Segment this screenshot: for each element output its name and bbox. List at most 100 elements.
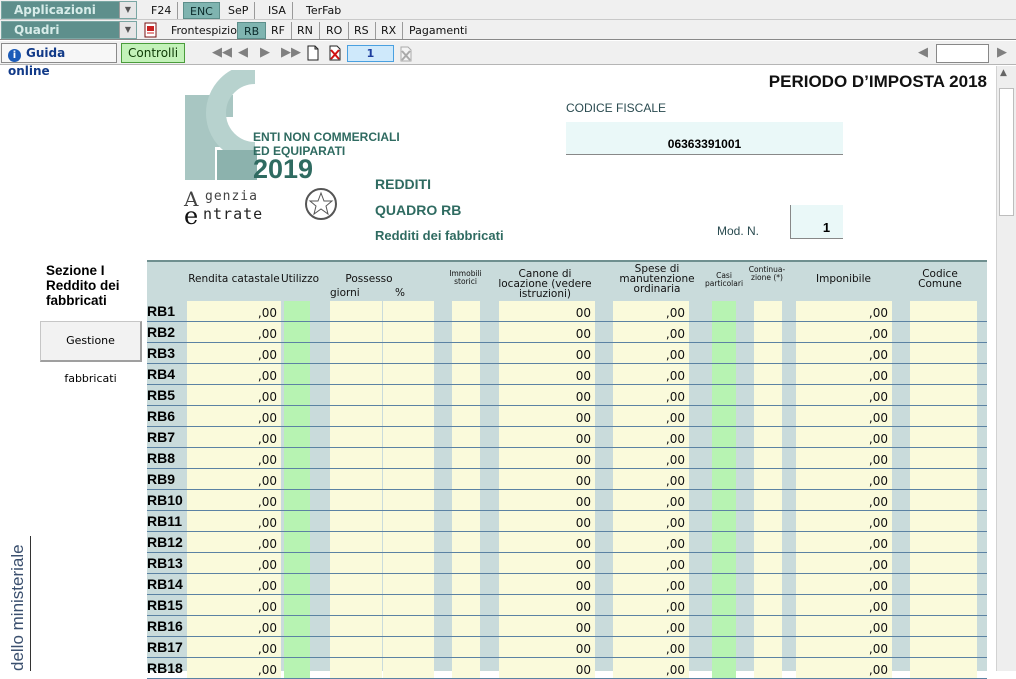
spese-cell[interactable]: ,00: [613, 532, 689, 552]
spese-cell[interactable]: ,00: [613, 301, 689, 321]
rendita-cell[interactable]: ,00: [187, 406, 281, 426]
casi-cell[interactable]: [712, 595, 736, 615]
chevron-down-icon[interactable]: ▼: [119, 22, 136, 38]
rendita-cell[interactable]: ,00: [187, 301, 281, 321]
spese-cell[interactable]: ,00: [613, 364, 689, 384]
spese-cell[interactable]: ,00: [613, 511, 689, 531]
scrollbar-thumb[interactable]: [999, 88, 1014, 216]
giorni-cell[interactable]: [330, 553, 382, 573]
continuazione-cell[interactable]: [754, 658, 782, 678]
rendita-cell[interactable]: ,00: [187, 469, 281, 489]
continuazione-cell[interactable]: [754, 616, 782, 636]
comune-cell[interactable]: [910, 490, 977, 510]
giorni-cell[interactable]: [330, 301, 382, 321]
imponibile-cell[interactable]: ,00: [796, 385, 892, 405]
casi-cell[interactable]: [712, 343, 736, 363]
tab-rf[interactable]: RF: [265, 22, 292, 39]
comune-cell[interactable]: [910, 532, 977, 552]
tab-terfab[interactable]: TerFab: [300, 2, 347, 19]
rendita-cell[interactable]: ,00: [187, 595, 281, 615]
applicazioni-combo[interactable]: Applicazioni ▼: [1, 1, 137, 19]
continuazione-cell[interactable]: [754, 469, 782, 489]
comune-cell[interactable]: [910, 553, 977, 573]
comune-cell[interactable]: [910, 343, 977, 363]
utilizzo-cell[interactable]: [284, 448, 310, 468]
utilizzo-cell[interactable]: [284, 427, 310, 447]
spese-cell[interactable]: ,00: [613, 385, 689, 405]
continuazione-cell[interactable]: [754, 595, 782, 615]
canone-cell[interactable]: 00: [499, 511, 595, 531]
utilizzo-cell[interactable]: [284, 574, 310, 594]
rendita-cell[interactable]: ,00: [187, 427, 281, 447]
guida-online-button[interactable]: i Guida online: [1, 43, 117, 78]
storici-cell[interactable]: [452, 490, 480, 510]
spese-cell[interactable]: ,00: [613, 343, 689, 363]
tab-rs[interactable]: RS: [348, 22, 376, 39]
first-page-icon[interactable]: ◀◀: [212, 46, 232, 60]
storici-cell[interactable]: [452, 511, 480, 531]
percent-cell[interactable]: [383, 301, 434, 321]
imponibile-cell[interactable]: ,00: [796, 616, 892, 636]
prev-page-icon[interactable]: ◀: [238, 46, 248, 60]
canone-cell[interactable]: 00: [499, 469, 595, 489]
imponibile-cell[interactable]: ,00: [796, 658, 892, 678]
giorni-cell[interactable]: [330, 427, 382, 447]
casi-cell[interactable]: [712, 385, 736, 405]
giorni-cell[interactable]: [330, 469, 382, 489]
percent-cell[interactable]: [383, 658, 434, 678]
utilizzo-cell[interactable]: [284, 364, 310, 384]
rendita-cell[interactable]: ,00: [187, 532, 281, 552]
imponibile-cell[interactable]: ,00: [796, 448, 892, 468]
canone-cell[interactable]: 00: [499, 343, 595, 363]
spese-cell[interactable]: ,00: [613, 427, 689, 447]
spese-cell[interactable]: ,00: [613, 469, 689, 489]
casi-cell[interactable]: [712, 469, 736, 489]
canone-cell[interactable]: 00: [499, 574, 595, 594]
continuazione-cell[interactable]: [754, 553, 782, 573]
comune-cell[interactable]: [910, 385, 977, 405]
canone-cell[interactable]: 00: [499, 301, 595, 321]
percent-cell[interactable]: [383, 427, 434, 447]
canone-cell[interactable]: 00: [499, 532, 595, 552]
storici-cell[interactable]: [452, 364, 480, 384]
percent-cell[interactable]: [383, 511, 434, 531]
imponibile-cell[interactable]: ,00: [796, 301, 892, 321]
comune-cell[interactable]: [910, 322, 977, 342]
storici-cell[interactable]: [452, 616, 480, 636]
giorni-cell[interactable]: [330, 364, 382, 384]
spese-cell[interactable]: ,00: [613, 595, 689, 615]
chevron-down-icon[interactable]: ▼: [119, 2, 136, 18]
rendita-cell[interactable]: ,00: [187, 574, 281, 594]
canone-cell[interactable]: 00: [499, 490, 595, 510]
imponibile-cell[interactable]: ,00: [796, 553, 892, 573]
tab-enc[interactable]: ENC: [183, 2, 220, 19]
comune-cell[interactable]: [910, 511, 977, 531]
imponibile-cell[interactable]: ,00: [796, 595, 892, 615]
rendita-cell[interactable]: ,00: [187, 322, 281, 342]
scroll-right-icon[interactable]: ▶: [997, 46, 1007, 60]
percent-cell[interactable]: [383, 448, 434, 468]
casi-cell[interactable]: [712, 301, 736, 321]
canone-cell[interactable]: 00: [499, 322, 595, 342]
imponibile-cell[interactable]: ,00: [796, 469, 892, 489]
delete-page-icon[interactable]: [328, 45, 342, 61]
casi-cell[interactable]: [712, 616, 736, 636]
spese-cell[interactable]: ,00: [613, 490, 689, 510]
imponibile-cell[interactable]: ,00: [796, 511, 892, 531]
storici-cell[interactable]: [452, 553, 480, 573]
utilizzo-cell[interactable]: [284, 658, 310, 678]
casi-cell[interactable]: [712, 406, 736, 426]
comune-cell[interactable]: [910, 637, 977, 657]
casi-cell[interactable]: [712, 532, 736, 552]
canone-cell[interactable]: 00: [499, 427, 595, 447]
utilizzo-cell[interactable]: [284, 595, 310, 615]
imponibile-cell[interactable]: ,00: [796, 574, 892, 594]
comune-cell[interactable]: [910, 469, 977, 489]
continuazione-cell[interactable]: [754, 511, 782, 531]
utilizzo-cell[interactable]: [284, 553, 310, 573]
rendita-cell[interactable]: ,00: [187, 637, 281, 657]
storici-cell[interactable]: [452, 427, 480, 447]
comune-cell[interactable]: [910, 658, 977, 678]
giorni-cell[interactable]: [330, 658, 382, 678]
utilizzo-cell[interactable]: [284, 406, 310, 426]
